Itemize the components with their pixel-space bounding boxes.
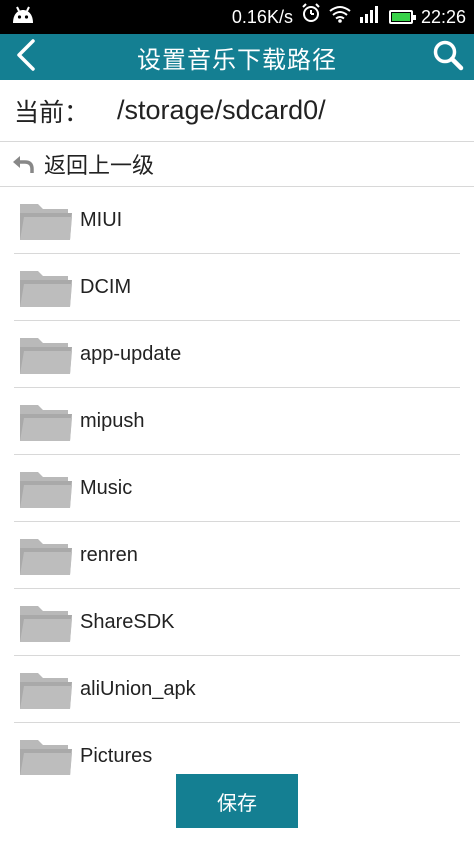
android-icon xyxy=(10,5,36,29)
folder-name: app-update xyxy=(80,342,182,365)
search-button[interactable] xyxy=(428,37,468,77)
wifi-icon xyxy=(329,0,351,34)
network-speed: 0.16K/s xyxy=(231,7,293,27)
folder-icon xyxy=(20,606,72,642)
go-up-button[interactable]: 返回上一级 xyxy=(0,142,474,187)
folder-name: aliUnion_apk xyxy=(80,677,196,700)
folder-name: Music xyxy=(80,476,133,499)
back-button[interactable] xyxy=(8,37,44,77)
folder-icon xyxy=(20,472,72,508)
page-title: 设置音乐下载路径 xyxy=(137,45,337,74)
folder-item[interactable]: aliUnion_apk xyxy=(14,656,460,723)
folder-icon xyxy=(20,740,72,775)
current-path: 当前： /storage/sdcard0/ xyxy=(0,80,474,142)
current-path-label: 当前： xyxy=(14,97,90,127)
go-up-label: 返回上一级 xyxy=(44,154,155,179)
folder-list[interactable]: MIUI DCIM app-update mipush Music renren… xyxy=(0,187,474,775)
folder-item[interactable]: Pictures xyxy=(14,723,460,775)
title-bar: 设置音乐下载路径 xyxy=(0,34,474,80)
folder-item[interactable]: renren xyxy=(14,522,460,589)
folder-item[interactable]: MIUI xyxy=(14,187,460,254)
folder-icon xyxy=(20,271,72,307)
folder-name: ShareSDK xyxy=(80,610,175,633)
signal-icon xyxy=(359,0,381,34)
folder-icon xyxy=(20,405,72,441)
folder-name: DCIM xyxy=(80,275,132,298)
battery-icon xyxy=(388,10,416,24)
folder-item[interactable]: Music xyxy=(14,455,460,522)
status-bar: 0.16K/s 22:26 xyxy=(0,0,474,34)
folder-item[interactable]: ShareSDK xyxy=(14,589,460,656)
alarm-icon xyxy=(301,0,321,34)
folder-icon xyxy=(20,539,72,575)
folder-icon xyxy=(20,673,72,709)
folder-name: mipush xyxy=(80,409,145,432)
folder-name: Pictures xyxy=(80,744,153,767)
back-chevron-icon xyxy=(15,38,37,76)
folder-icon xyxy=(20,204,72,240)
clock: 22:26 xyxy=(420,7,466,27)
save-button[interactable]: 保存 xyxy=(176,774,298,828)
undo-arrow-icon xyxy=(10,151,36,177)
folder-item[interactable]: app-update xyxy=(14,321,460,388)
folder-item[interactable]: mipush xyxy=(14,388,460,455)
folder-item[interactable]: DCIM xyxy=(14,254,460,321)
folder-icon xyxy=(20,338,72,374)
folder-name: renren xyxy=(80,543,138,566)
folder-name: MIUI xyxy=(80,208,123,231)
search-icon xyxy=(432,39,464,75)
current-path-value: /storage/sdcard0/ xyxy=(117,95,326,125)
